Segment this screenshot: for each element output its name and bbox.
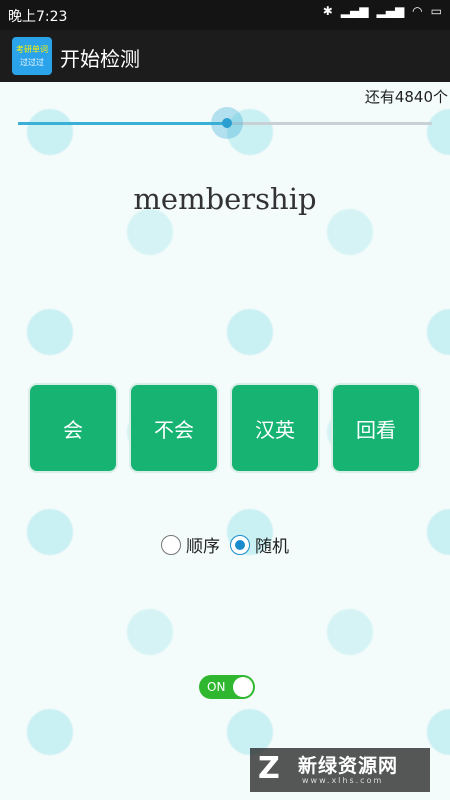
on-toggle[interactable]: ON bbox=[199, 675, 255, 699]
status-time: 晚上7:23 bbox=[8, 9, 68, 25]
toggle-knob bbox=[233, 677, 253, 697]
remaining-count: 还有4840个 bbox=[364, 88, 448, 106]
radio-sequential-circle[interactable] bbox=[161, 534, 181, 555]
page-title: 开始检测 bbox=[60, 47, 140, 71]
order-mode-group: 顺序 随机 bbox=[0, 532, 450, 557]
watermark-text: 新绿资源网 bbox=[298, 755, 399, 777]
watermark-logo: Z bbox=[258, 751, 280, 786]
status-icons: ✱ ▂▄▆ ▂▄▆ ◠ ▭ bbox=[323, 4, 442, 18]
answer-buttons: 会 不会 汉英 回看 bbox=[30, 385, 419, 471]
dont-know-button[interactable]: 不会 bbox=[131, 385, 217, 471]
radio-random-label: 随机 bbox=[255, 537, 289, 557]
radio-random-circle[interactable] bbox=[230, 534, 250, 555]
main-content: 还有4840个 membership 会 不会 汉英 回看 顺序 随机 ON bbox=[0, 82, 450, 800]
app-bar: 考研单词 过过过 开始检测 bbox=[0, 30, 450, 82]
progress-slider-thumb[interactable] bbox=[211, 107, 244, 139]
radio-sequential[interactable]: 顺序 bbox=[161, 532, 220, 557]
battery-icon: ▭ bbox=[430, 4, 442, 18]
bluetooth-icon: ✱ bbox=[322, 4, 333, 18]
toggle-label: ON bbox=[207, 680, 226, 694]
watermark-url: www.xlhs.com bbox=[302, 776, 384, 785]
signal-icon: ▂▄▆ bbox=[376, 4, 405, 18]
wifi-icon: ◠ bbox=[412, 4, 423, 18]
status-bar: 晚上7:23 ✱ ▂▄▆ ▂▄▆ ◠ ▭ bbox=[0, 0, 450, 30]
review-button[interactable]: 回看 bbox=[333, 385, 419, 471]
app-logo-line1: 考研单词 bbox=[16, 45, 48, 54]
signal-icon: ▂▄▆ bbox=[340, 4, 369, 18]
app-logo-line2: 过过过 bbox=[20, 58, 44, 67]
app-logo[interactable]: 考研单词 过过过 bbox=[12, 37, 52, 75]
watermark: Z 新绿资源网 www.xlhs.com bbox=[250, 748, 430, 792]
radio-random[interactable]: 随机 bbox=[230, 532, 289, 557]
radio-sequential-label: 顺序 bbox=[186, 537, 220, 557]
progress-slider[interactable] bbox=[18, 107, 432, 139]
chinese-english-button[interactable]: 汉英 bbox=[232, 385, 318, 471]
know-button[interactable]: 会 bbox=[30, 385, 116, 471]
progress-slider-fill bbox=[18, 122, 228, 125]
current-word: membership bbox=[133, 182, 317, 216]
